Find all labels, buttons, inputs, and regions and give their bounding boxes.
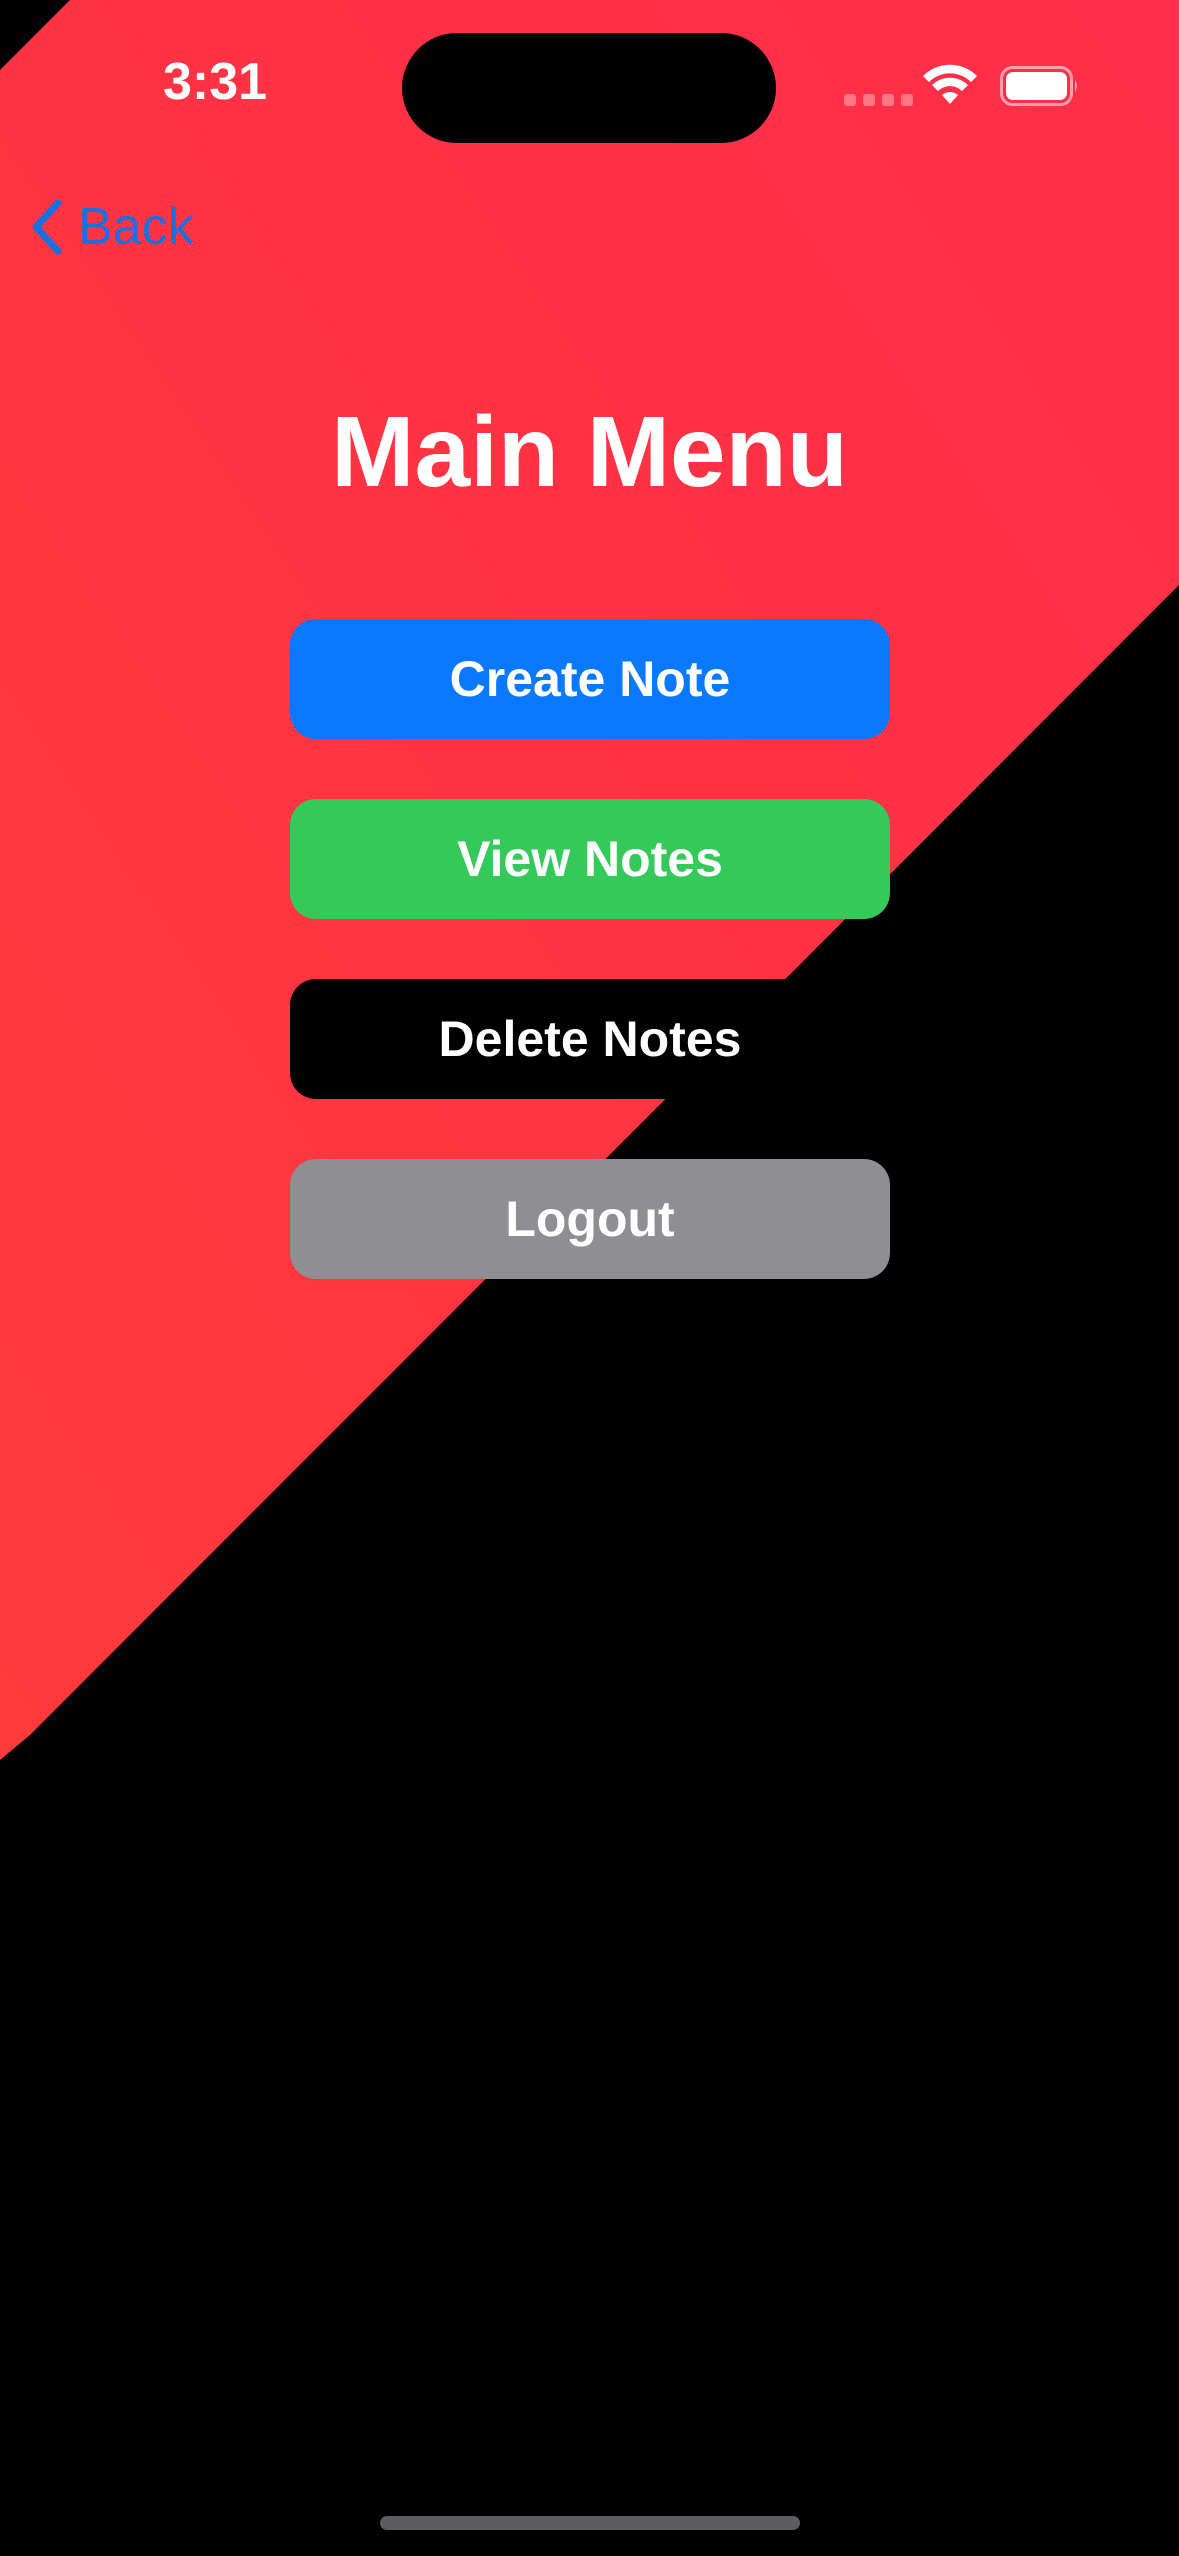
view-notes-button[interactable]: View Notes [290,799,890,919]
dynamic-island [402,33,776,143]
page-title: Main Menu [331,396,848,508]
wifi-icon [923,64,977,104]
home-indicator[interactable] [380,2516,800,2530]
back-button[interactable]: Back [28,195,194,259]
screen: 3:31 Back Main Menu Create Note View Not… [0,0,1179,2556]
chevron-left-icon [32,199,62,255]
create-note-button[interactable]: Create Note [290,619,890,739]
cellular-signal-icon [844,94,913,106]
status-time: 3:31 [163,53,268,111]
logout-button[interactable]: Logout [290,1159,890,1279]
delete-notes-button[interactable]: Delete Notes [290,979,890,1099]
battery-icon [1000,66,1077,106]
back-label: Back [78,198,194,256]
